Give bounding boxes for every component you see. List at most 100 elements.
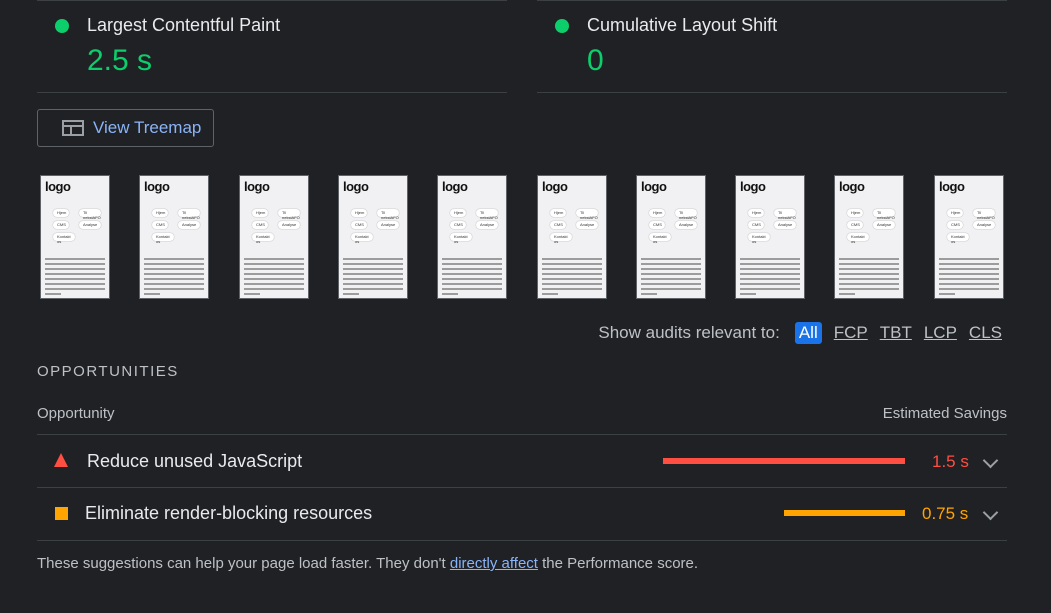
frame-nav-pill: Hjem xyxy=(450,209,466,217)
savings-value: 1.5 s xyxy=(932,452,969,471)
metric-lcp: Largest Contentful Paint 2.5 s xyxy=(0,0,520,92)
frame-nav-pill: Kontakt os xyxy=(450,233,472,244)
column-header-savings: Estimated Savings xyxy=(882,405,1007,422)
frame-nav-pill: Hjem xyxy=(748,209,764,217)
frame-text-line xyxy=(45,273,105,275)
frame-text-line xyxy=(343,258,403,260)
metric-divider xyxy=(37,92,507,93)
opportunity-title: Reduce unused JavaScript xyxy=(87,451,303,471)
frame-logo: logo xyxy=(542,179,568,194)
frame-nav-pill: CMS xyxy=(53,221,69,229)
frame-nav-pill: Til nekstAFO xyxy=(973,209,995,220)
frame-text-line xyxy=(244,263,304,265)
filter-chip-tbt[interactable]: TBT xyxy=(880,323,912,343)
frame-text-line xyxy=(442,268,502,270)
frame-nav-pill: Hjem xyxy=(152,209,168,217)
filmstrip-frame: logo Hjem Til nekstAFO CMS Analyse Kontakt os xyxy=(934,175,1004,299)
opportunity-title: Eliminate render-blocking resources xyxy=(85,503,373,523)
frame-text-line xyxy=(740,263,800,265)
frame-nav-pill: Analyse xyxy=(873,221,895,229)
filmstrip-frame: logo Hjem Til nekstAFO CMS Analyse Kontakt os xyxy=(338,175,408,299)
filter-label: Show audits relevant to: xyxy=(598,323,780,342)
filter-chip-cls[interactable]: CLS xyxy=(969,323,1002,343)
frame-nav-pill: CMS xyxy=(252,221,268,229)
frame-text-line xyxy=(939,293,955,295)
frame-nav-pill: Analyse xyxy=(576,221,598,229)
frame-nav-pill: Kontakt os xyxy=(748,233,770,244)
footer-text: These suggestions can help your page loa… xyxy=(37,555,450,572)
frame-nav-pill: Hjem xyxy=(947,209,963,217)
footer-text: the Performance score. xyxy=(537,555,699,572)
frame-nav-pill: Hjem xyxy=(53,209,69,217)
chevron-down-icon[interactable] xyxy=(982,452,999,469)
frame-nav-pill: Kontakt os xyxy=(947,233,969,244)
frame-nav-pill: Kontakt os xyxy=(649,233,671,244)
filter-chip-fcp[interactable]: FCP xyxy=(834,323,868,343)
frame-text-line xyxy=(343,278,403,280)
frame-text-line xyxy=(144,293,160,295)
frame-nav-pill: CMS xyxy=(947,221,963,229)
metric-cls: Cumulative Layout Shift 0 xyxy=(520,0,1051,92)
frame-nav-pill: Til nekstAFO xyxy=(377,209,399,220)
frame-nav-pill: Til nekstAFO xyxy=(576,209,598,220)
directly-affect-link[interactable]: directly affect xyxy=(450,555,538,572)
frame-text-line xyxy=(244,283,304,285)
frame-nav-pill: Hjem xyxy=(550,209,566,217)
filmstrip-frame: logo Hjem Til nekstAFO CMS Analyse Kontakt os xyxy=(437,175,507,299)
filter-chip-lcp[interactable]: LCP xyxy=(924,323,957,343)
frame-text-line xyxy=(442,283,502,285)
frame-text-line xyxy=(641,258,701,260)
frame-text-line xyxy=(45,283,105,285)
frame-text-line xyxy=(244,273,304,275)
filmstrip-frame: logo Hjem Til nekstAFO CMS Analyse Kontakt os xyxy=(239,175,309,299)
frame-nav-pill: Til nekstAFO xyxy=(774,209,796,220)
filmstrip-frame: logo Hjem Til nekstAFO CMS Analyse Kontakt os xyxy=(735,175,805,299)
frame-text-line xyxy=(740,258,800,260)
metric-value: 2.5 s xyxy=(87,44,153,77)
frame-logo: logo xyxy=(839,179,865,194)
status-pass-icon xyxy=(555,19,569,33)
frame-nav-pill: Til nekstAFO xyxy=(675,209,697,220)
column-header-opportunity: Opportunity xyxy=(37,405,115,422)
frame-nav-pill: Hjem xyxy=(351,209,367,217)
frame-nav-pill: Til nekstAFO xyxy=(873,209,895,220)
filmstrip-frame: logo Hjem Til nekstAFO CMS Analyse Kontakt os xyxy=(40,175,110,299)
frame-text-line xyxy=(839,283,899,285)
opportunity-row-render-blocking[interactable]: Eliminate render-blocking resources 0.75… xyxy=(37,488,1007,540)
triangle-fail-icon xyxy=(53,452,69,473)
frame-text-line xyxy=(343,273,403,275)
frame-nav-pill: CMS xyxy=(351,221,367,229)
filmstrip-frame: logo Hjem Til nekstAFO CMS Analyse Kontakt os xyxy=(139,175,209,299)
frame-text-line xyxy=(244,268,304,270)
footer-note: These suggestions can help your page loa… xyxy=(37,555,698,572)
frame-text-line xyxy=(45,288,105,290)
frame-text-line xyxy=(144,278,204,280)
frame-text-line xyxy=(144,263,204,265)
frame-nav-pill: Analyse xyxy=(973,221,995,229)
chevron-down-icon[interactable] xyxy=(982,504,999,521)
frame-nav-pill: Til nekstAFO xyxy=(278,209,300,220)
frame-text-line xyxy=(45,263,105,265)
savings-value: 0.75 s xyxy=(922,504,969,523)
frame-text-line xyxy=(740,288,800,290)
frame-text-line xyxy=(244,288,304,290)
frame-text-line xyxy=(641,293,657,295)
frame-nav-pill: Analyse xyxy=(79,221,101,229)
frame-text-line xyxy=(343,283,403,285)
filmstrip-frame: logo Hjem Til nekstAFO CMS Analyse Kontakt os xyxy=(537,175,607,299)
opportunity-row-unused-js[interactable]: Reduce unused JavaScript 1.5 s xyxy=(37,435,1007,487)
frame-text-line xyxy=(839,258,899,260)
filter-chip-all[interactable]: All xyxy=(794,322,822,344)
metric-label: Largest Contentful Paint xyxy=(87,15,281,35)
view-treemap-button[interactable]: View Treemap xyxy=(37,109,214,147)
table-divider xyxy=(37,540,1007,541)
frame-text-line xyxy=(839,278,899,280)
frame-text-line xyxy=(542,288,602,290)
frame-logo: logo xyxy=(45,179,71,194)
frame-text-line xyxy=(442,288,502,290)
frame-text-line xyxy=(144,273,204,275)
savings-bar xyxy=(663,458,905,464)
frame-text-line xyxy=(343,293,359,295)
frame-text-line xyxy=(144,283,204,285)
frame-text-line xyxy=(641,283,701,285)
